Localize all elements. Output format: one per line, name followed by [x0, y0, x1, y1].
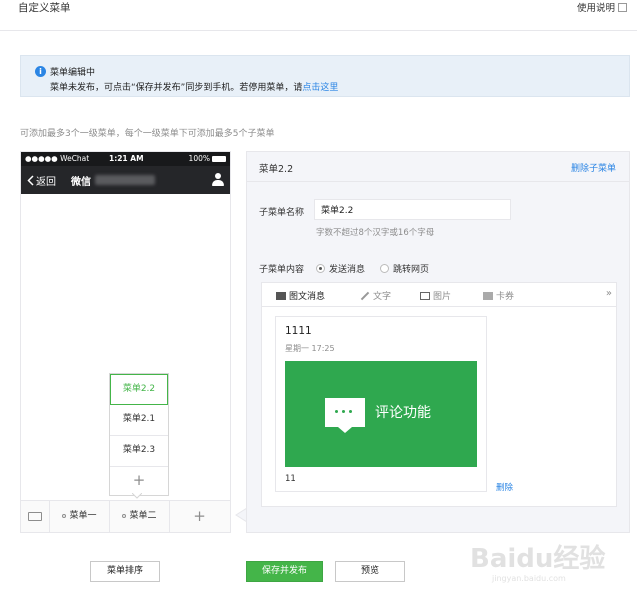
comment-icon-tail — [338, 427, 352, 433]
battery-icon — [212, 155, 226, 162]
jump-webpage-label: 跳转网页 — [393, 265, 430, 275]
submenu-pointer — [132, 493, 142, 499]
radio-unchecked-icon — [380, 264, 389, 273]
tab-card[interactable]: 卡券 — [483, 289, 514, 302]
menu-limit-hint: 可添加最多3个一级菜单，每个一级菜单下可添加最多5个子菜单 — [20, 129, 275, 139]
phone-menu-bar: 菜单一 菜单二 + — [21, 500, 230, 532]
menu-item-2[interactable]: 菜单二 — [110, 501, 170, 532]
article-digest: 11 — [285, 474, 296, 484]
status-bar: ●●●●● WeChat 1:21 AM 100% — [21, 152, 230, 166]
news-icon — [276, 291, 286, 300]
submenu-item-2-1[interactable]: 菜单2.1 — [110, 405, 168, 436]
phone-preview: ●●●●● WeChat 1:21 AM 100% 返回 微信 菜单2.2 菜单… — [20, 151, 231, 533]
more-tabs-icon[interactable]: » — [606, 288, 612, 299]
news-article-card[interactable]: 1111 星期一 17:25 评论功能 11 — [275, 316, 487, 492]
send-message-option[interactable]: 发送消息 — [316, 262, 365, 275]
baidu-watermark: Baidu经验 jingyan.baidu.com — [470, 530, 630, 592]
tab-image[interactable]: 图片 — [420, 289, 451, 302]
card-icon — [483, 291, 493, 300]
jump-webpage-option[interactable]: 跳转网页 — [380, 262, 429, 275]
add-submenu-button[interactable]: + — [110, 467, 168, 495]
submenu-name-input[interactable] — [314, 199, 511, 220]
notice-title: 菜单编辑中 — [50, 68, 96, 78]
tab-text-label: 文字 — [373, 292, 392, 302]
watermark-text: Baidu经验 — [470, 544, 606, 574]
tab-image-label: 图片 — [433, 292, 452, 302]
disable-menu-link[interactable]: 点击这里 — [302, 83, 338, 93]
edit-notice: i 菜单编辑中 菜单未发布，可点击“保存并发布”同步到手机。若停用菜单，请点击这… — [20, 55, 630, 97]
article-cover: 评论功能 — [285, 361, 477, 467]
tab-card-label: 卡券 — [496, 292, 515, 302]
help-label: 使用说明 — [576, 3, 615, 14]
submenu-editor: 菜单2.2 删除子菜单 子菜单名称 字数不超过8个汉字或16个字母 子菜单内容 … — [246, 151, 630, 533]
menu-label-2: 菜单二 — [129, 511, 157, 521]
user-icon[interactable] — [212, 173, 224, 186]
keyboard-toggle[interactable] — [21, 501, 50, 532]
help-doc-icon — [618, 2, 627, 12]
image-icon — [420, 291, 430, 300]
menu-dot-icon — [62, 513, 67, 518]
notice-text: 菜单未发布，可点击“保存并发布”同步到手机。若停用菜单，请点击这里 — [50, 80, 338, 93]
info-icon: i — [35, 66, 46, 77]
name-label: 子菜单名称 — [259, 208, 305, 218]
submenu-item-2-3[interactable]: 菜单2.3 — [110, 436, 168, 467]
content-label: 子菜单内容 — [259, 265, 305, 275]
save-publish-button[interactable]: 保存并发布 — [246, 561, 323, 582]
submenu-item-2-2[interactable]: 菜单2.2 — [110, 374, 168, 405]
account-name: 微信 — [71, 177, 91, 188]
radio-checked-icon — [316, 264, 325, 273]
blurred-account-name — [95, 175, 155, 185]
comment-icon — [325, 398, 365, 427]
cover-text: 评论功能 — [375, 405, 431, 421]
menu-label-1: 菜单一 — [69, 511, 97, 521]
content-tabs: 图文消息 文字 图片 卡券 » — [262, 283, 616, 307]
battery-status: 100% — [189, 154, 226, 163]
keyboard-icon — [28, 512, 42, 521]
delete-article-link[interactable]: 删除 — [496, 481, 513, 493]
menu-dot-icon — [122, 513, 127, 518]
article-title: 1111 — [285, 325, 312, 337]
status-time: 1:21 AM — [109, 154, 144, 163]
watermark-url: jingyan.baidu.com — [492, 574, 566, 583]
carrier-label: ●●●●● WeChat — [25, 154, 90, 163]
pencil-icon — [360, 291, 370, 300]
editor-divider — [247, 181, 629, 182]
message-content-box: 图文消息 文字 图片 卡券 » 1111 星期一 17:25 评论功能 11 删… — [261, 282, 617, 507]
submenu-list: 菜单2.2 菜单2.1 菜单2.3 + — [109, 373, 169, 496]
phone-nav-bar: 返回 微信 — [21, 166, 230, 194]
chevron-left-icon — [27, 175, 34, 186]
editor-title: 菜单2.2 — [259, 164, 294, 175]
back-label: 返回 — [36, 177, 56, 188]
tab-news-label: 图文消息 — [289, 292, 326, 302]
help-link[interactable]: 使用说明 — [577, 0, 627, 14]
menu-item-1[interactable]: 菜单一 — [50, 501, 110, 532]
add-menu-button[interactable]: + — [170, 501, 229, 532]
send-message-label: 发送消息 — [329, 265, 366, 275]
article-time: 星期一 17:25 — [285, 344, 335, 353]
notice-message: 菜单未发布，可点击“保存并发布”同步到手机。若停用菜单，请 — [50, 83, 303, 93]
back-button[interactable]: 返回 — [27, 173, 56, 188]
tab-text[interactable]: 文字 — [360, 289, 391, 302]
tab-news[interactable]: 图文消息 — [276, 289, 325, 302]
page-title: 自定义菜单 — [18, 2, 71, 14]
header-divider — [0, 30, 637, 31]
battery-label: 100% — [188, 154, 210, 163]
delete-submenu-link[interactable]: 删除子菜单 — [571, 161, 616, 174]
sort-menu-button[interactable]: 菜单排序 — [90, 561, 160, 582]
name-tip: 字数不超过8个汉字或16个字母 — [316, 228, 435, 238]
preview-button[interactable]: 预览 — [335, 561, 405, 582]
